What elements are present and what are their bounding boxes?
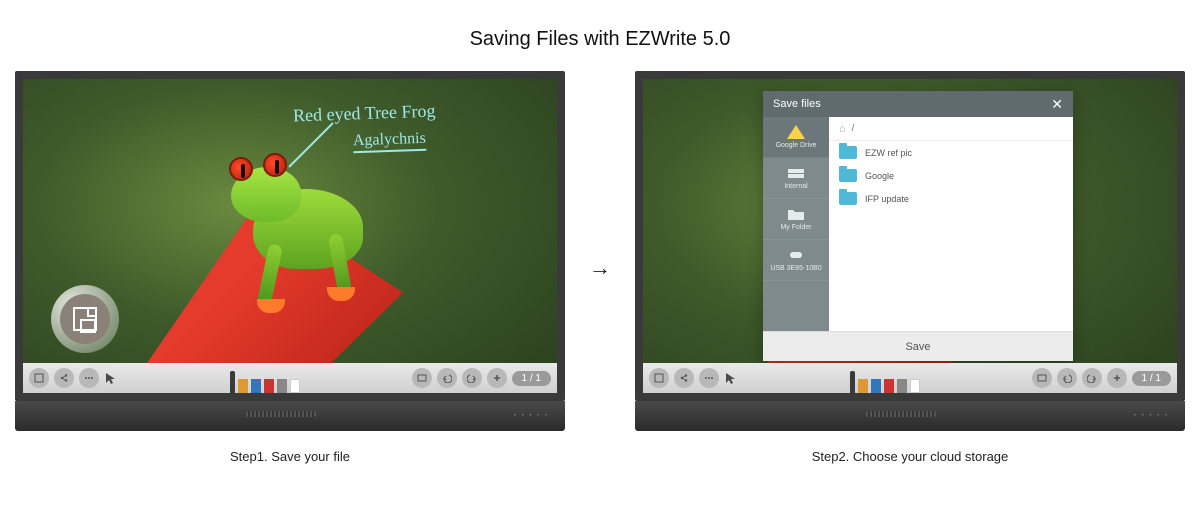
cursor-icon[interactable]: [724, 371, 738, 385]
bottom-toolbar: 1 / 1: [643, 363, 1177, 393]
sidebar-item-internal[interactable]: Internal: [763, 158, 829, 199]
save-icon[interactable]: [649, 368, 669, 388]
folder-list: EZW ref pic Google IFP update: [829, 141, 1073, 331]
dialog-sidebar: Google Drive Internal My Folder: [763, 117, 829, 331]
sidebar-item-usb[interactable]: USB 3E85-10B0: [763, 240, 829, 281]
color-swatch[interactable]: [290, 379, 300, 393]
page-title: Saving Files with EZWrite 5.0: [0, 0, 1200, 71]
save-dialog: Save files ✕ Google Drive Internal: [763, 91, 1073, 361]
sidebar-item-label: USB 3E85-10B0: [770, 265, 821, 272]
folder-row[interactable]: IFP update: [829, 187, 1073, 210]
save-disk-icon: [73, 307, 97, 331]
save-button[interactable]: Save: [763, 331, 1073, 361]
folder-icon: [839, 192, 857, 205]
undo-icon[interactable]: [1057, 368, 1077, 388]
pen-tool-icon[interactable]: [850, 371, 855, 393]
google-drive-icon: [787, 125, 805, 139]
annotation-text-2: Agalychnis: [353, 130, 427, 154]
share-icon[interactable]: [674, 368, 694, 388]
dialog-title: Save files: [773, 98, 821, 110]
color-swatch[interactable]: [910, 379, 920, 393]
panel-step2: Save files ✕ Google Drive Internal: [635, 71, 1185, 464]
close-icon[interactable]: ✕: [1051, 96, 1063, 113]
screenshot-icon[interactable]: [412, 368, 432, 388]
screenshot-icon[interactable]: [1032, 368, 1052, 388]
step1-label: Step1. Save your file: [15, 449, 565, 464]
folder-icon: [839, 146, 857, 159]
share-icon[interactable]: [54, 368, 74, 388]
color-swatch[interactable]: [251, 379, 261, 393]
folder-row[interactable]: Google: [829, 164, 1073, 187]
dialog-header: Save files ✕: [763, 91, 1073, 117]
page-indicator[interactable]: 1 / 1: [1132, 371, 1171, 386]
canvas-screen: Save files ✕ Google Drive Internal: [643, 79, 1177, 393]
folder-name: EZW ref pic: [865, 148, 912, 158]
usb-icon: [787, 248, 805, 262]
display-chassis: • • • • •: [635, 401, 1185, 431]
tool-swatches: [123, 363, 407, 393]
more-icon[interactable]: [79, 368, 99, 388]
color-swatch[interactable]: [264, 379, 274, 393]
redo-icon[interactable]: [1082, 368, 1102, 388]
color-swatch[interactable]: [238, 379, 248, 393]
color-swatch[interactable]: [871, 379, 881, 393]
color-swatch[interactable]: [858, 379, 868, 393]
canvas-screen[interactable]: Red eyed Tree Frog Agalychnis: [23, 79, 557, 393]
step2-label: Step2. Choose your cloud storage: [635, 449, 1185, 464]
pen-tool-icon[interactable]: [230, 371, 235, 393]
folder-icon: [787, 207, 805, 221]
panel-step1: Red eyed Tree Frog Agalychnis: [15, 71, 565, 464]
frog-graphic: [223, 149, 393, 309]
sidebar-item-google-drive[interactable]: Google Drive: [763, 117, 829, 158]
annotation-text-1: Red eyed Tree Frog: [293, 101, 436, 127]
arrow-icon: →: [589, 255, 611, 281]
home-icon: ⌂: [839, 123, 846, 135]
dialog-main: ⌂ / EZW ref pic Google: [829, 117, 1073, 331]
undo-icon[interactable]: [437, 368, 457, 388]
sidebar-item-label: Google Drive: [776, 142, 817, 149]
display-chassis: • • • • •: [15, 401, 565, 431]
redo-icon[interactable]: [462, 368, 482, 388]
color-swatch[interactable]: [277, 379, 287, 393]
folder-name: IFP update: [865, 194, 909, 204]
sidebar-item-label: Internal: [784, 183, 807, 190]
tool-swatches: [743, 363, 1027, 393]
save-icon[interactable]: [29, 368, 49, 388]
more-icon[interactable]: [699, 368, 719, 388]
color-swatch[interactable]: [884, 379, 894, 393]
folder-icon: [839, 169, 857, 182]
storage-icon: [787, 166, 805, 180]
breadcrumb-path: /: [852, 123, 855, 134]
sidebar-item-label: My Folder: [780, 224, 811, 231]
cursor-icon[interactable]: [104, 371, 118, 385]
breadcrumb[interactable]: ⌂ /: [829, 117, 1073, 141]
display-frame: Red eyed Tree Frog Agalychnis: [15, 71, 565, 401]
add-page-icon[interactable]: [487, 368, 507, 388]
display-frame: Save files ✕ Google Drive Internal: [635, 71, 1185, 401]
add-page-icon[interactable]: [1107, 368, 1127, 388]
save-button-highlight[interactable]: [51, 285, 119, 353]
bottom-toolbar: 1 / 1: [23, 363, 557, 393]
page-indicator[interactable]: 1 / 1: [512, 371, 551, 386]
folder-row[interactable]: EZW ref pic: [829, 141, 1073, 164]
sidebar-item-my-folder[interactable]: My Folder: [763, 199, 829, 240]
folder-name: Google: [865, 171, 894, 181]
stage: Red eyed Tree Frog Agalychnis: [0, 71, 1200, 464]
color-swatch[interactable]: [897, 379, 907, 393]
